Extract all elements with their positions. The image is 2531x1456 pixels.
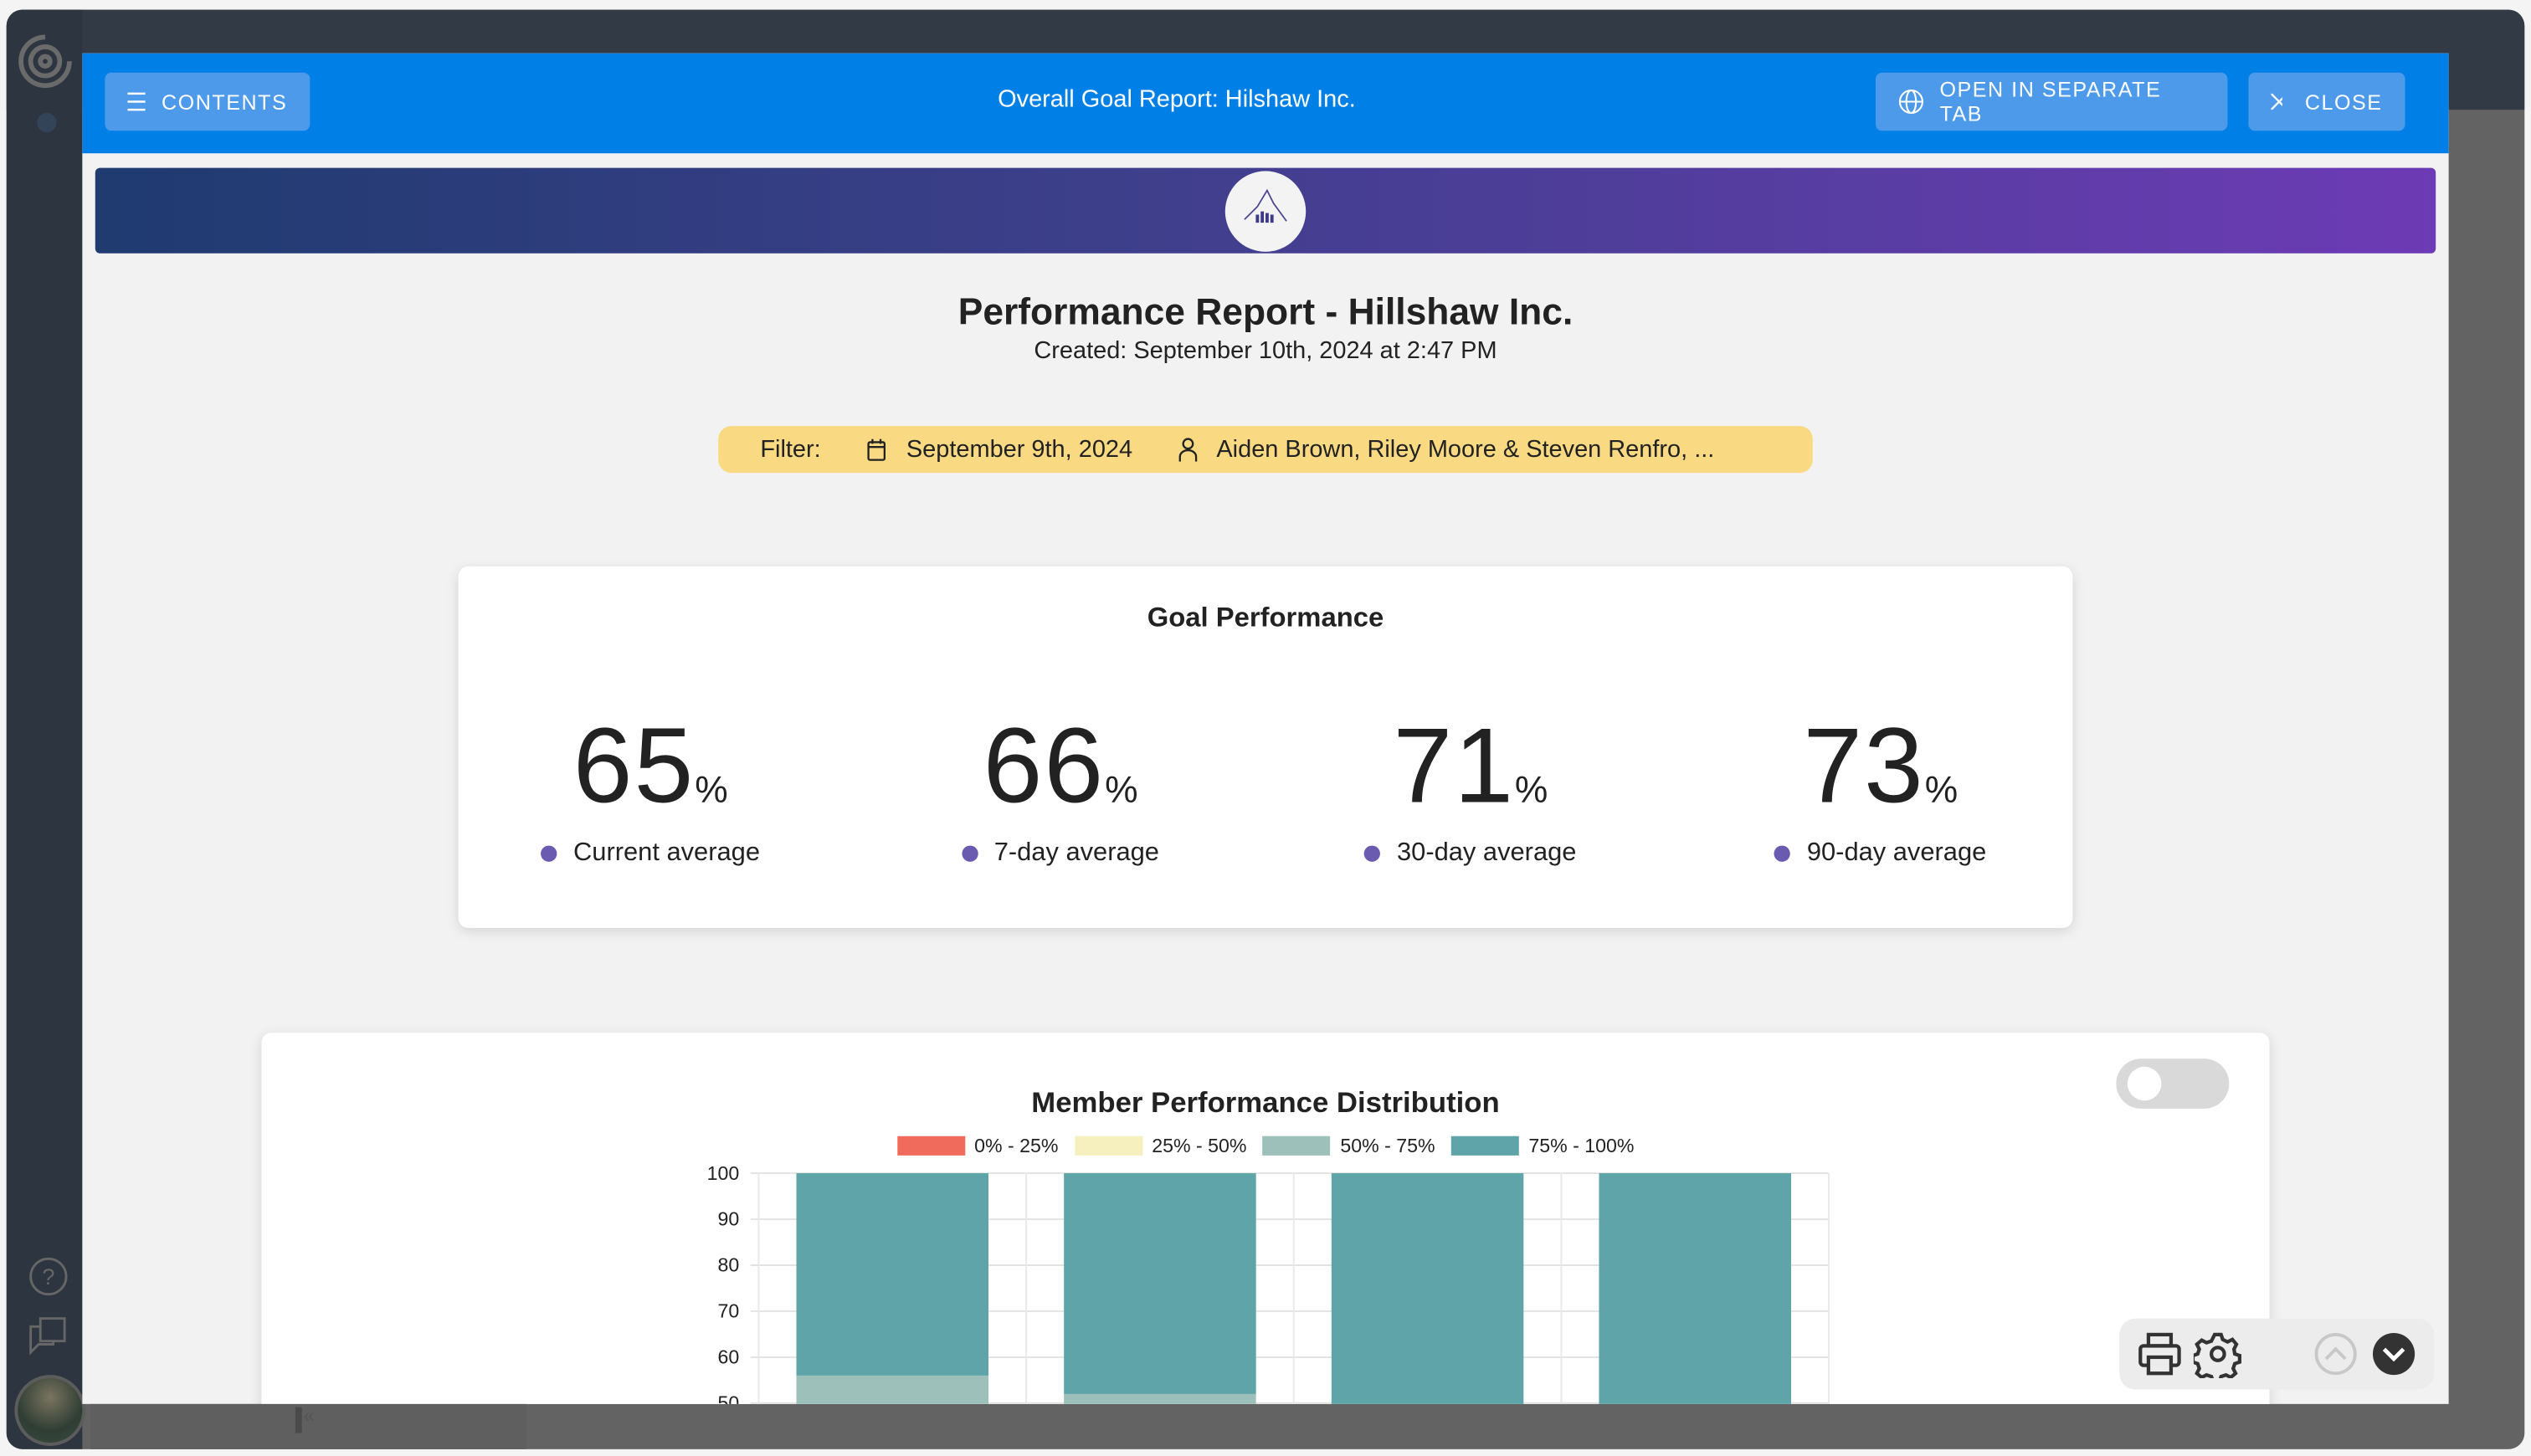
bar-segment (1064, 1393, 1256, 1404)
filter-date: September 9th, 2024 (906, 435, 1133, 464)
y-tick-label: 70 (718, 1300, 740, 1322)
y-tick-label: 60 (718, 1346, 740, 1368)
legend-dot (962, 845, 978, 862)
distribution-chart: 100 90 80 70 60 50 (707, 1162, 1830, 1404)
mountain-logo-icon (1244, 188, 1287, 223)
collapse-handle[interactable] (295, 1407, 302, 1433)
y-tick-label: 80 (718, 1254, 740, 1276)
svg-text:?: ? (42, 1264, 54, 1289)
bar-segment (1331, 1173, 1524, 1404)
percent-sign: % (1514, 767, 1548, 811)
filter-members: Aiden Brown, Riley Moore & Steven Renfro… (1216, 435, 1715, 464)
legend-dot (1774, 845, 1791, 862)
y-tick-label: 90 (718, 1208, 740, 1230)
bar-segment (1599, 1173, 1791, 1404)
bar-segment (1064, 1173, 1256, 1394)
goal-performance-card: Goal Performance 65% Current average 66%… (458, 566, 2073, 928)
stat-label: Current average (573, 838, 760, 867)
goal-performance-title: Goal Performance (1147, 602, 1384, 633)
status-dot (37, 112, 57, 133)
stat-value: 66 (983, 705, 1106, 825)
report-title: Performance Report - Hillshaw Inc. (957, 290, 1574, 333)
close-button[interactable]: CLOSE (2248, 72, 2405, 131)
stat-30-day-average: 71% 30-day average (1269, 704, 1672, 869)
chart-view-toggle[interactable] (2116, 1059, 2230, 1109)
app-logo-icon[interactable] (16, 33, 74, 90)
bar-segment (796, 1375, 989, 1404)
stat-label: 30-day average (1396, 838, 1577, 867)
open-in-separate-tab-button[interactable]: OPEN IN SEPARATE TAB (1875, 72, 2228, 131)
close-icon (2271, 93, 2282, 110)
stat-7-day-average: 66% 7-day average (859, 704, 1262, 869)
stat-current-average: 65% Current average (449, 704, 852, 869)
print-icon[interactable] (2135, 1330, 2184, 1378)
percent-sign: % (1105, 767, 1138, 811)
y-tick-label: 100 (707, 1162, 740, 1184)
legend-dot (1364, 845, 1381, 862)
open-tab-label: OPEN IN SEPARATE TAB (1939, 77, 2162, 126)
stat-label: 7-day average (993, 838, 1159, 867)
calendar-icon (866, 438, 886, 460)
legend-dot (541, 845, 557, 862)
stat-value: 65 (572, 705, 696, 825)
member-performance-card: Member Performance Distribution 0% - 25%… (261, 1033, 2270, 1404)
company-logo (1224, 171, 1307, 252)
filter-bar[interactable]: Filter: September 9th, 2024 Aiden Brown,… (718, 426, 1813, 474)
filter-label: Filter: (760, 435, 821, 464)
stat-value: 73 (1803, 705, 1925, 825)
report-toolbar (2119, 1318, 2435, 1390)
stat-value: 71 (1393, 705, 1515, 825)
app-sidebar: ? (6, 9, 86, 1449)
chat-icon[interactable] (26, 1314, 71, 1359)
report-modal: CONTENTS Overall Goal Report: Hilshaw In… (82, 53, 2449, 1404)
percent-sign: % (695, 767, 728, 811)
report-created-date: Created: September 10th, 2024 at 2:47 PM (1034, 337, 1497, 365)
scroll-down-icon[interactable] (2369, 1330, 2418, 1378)
collapse-chevrons-icon[interactable]: « (304, 1404, 315, 1427)
modal-header: CONTENTS Overall Goal Report: Hilshaw In… (82, 53, 2449, 154)
scroll-up-icon[interactable] (2312, 1330, 2360, 1378)
settings-gear-icon[interactable] (2193, 1330, 2242, 1378)
user-icon (1178, 438, 1197, 462)
toggle-knob (2127, 1066, 2162, 1101)
stat-label: 90-day average (1806, 838, 1987, 867)
stat-90-day-average: 73% 90-day average (1679, 704, 2082, 869)
company-banner (95, 167, 2436, 254)
percent-sign: % (1924, 767, 1959, 811)
close-label: CLOSE (2304, 90, 2383, 114)
help-icon[interactable]: ? (28, 1255, 69, 1297)
y-tick-label: 50 (718, 1392, 740, 1404)
background-footer: « (0, 1403, 2531, 1456)
bar-segment (796, 1173, 989, 1376)
globe-icon (1898, 89, 1923, 115)
